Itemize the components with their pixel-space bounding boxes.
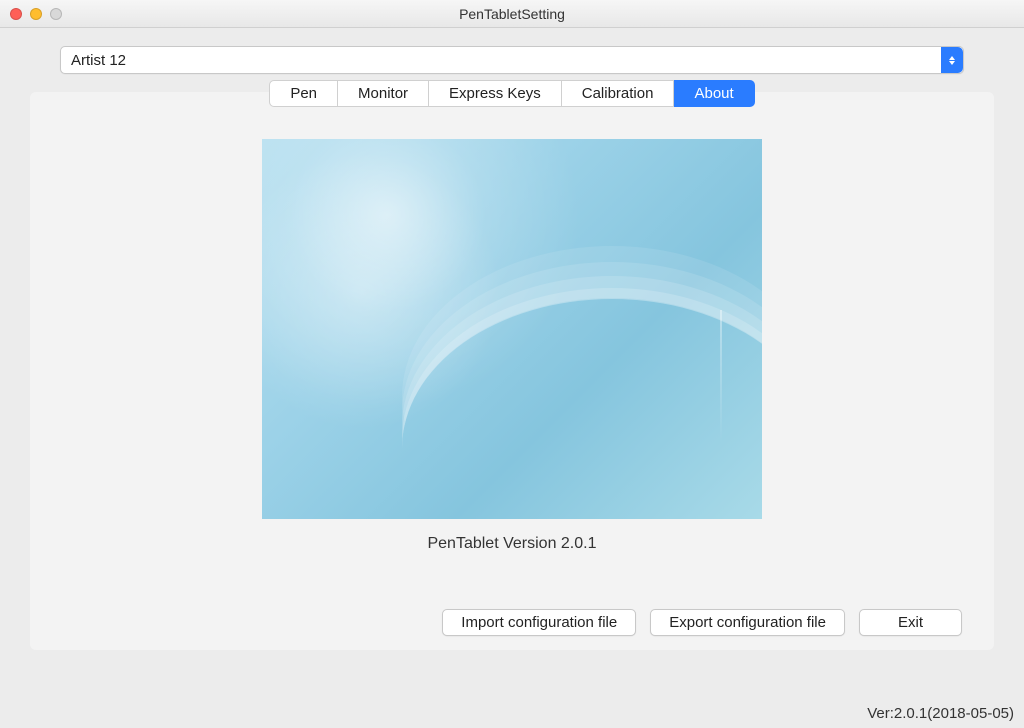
chevron-down-icon — [949, 61, 955, 65]
tab-bar: Pen Monitor Express Keys Calibration Abo… — [30, 80, 994, 107]
dropdown-knob[interactable] — [941, 47, 963, 73]
device-selector-row: Artist 12 — [0, 28, 1024, 74]
import-config-button[interactable]: Import configuration file — [442, 609, 636, 636]
tab-monitor[interactable]: Monitor — [338, 80, 429, 107]
bottom-button-row: Import configuration file Export configu… — [62, 609, 962, 636]
chevron-up-icon — [949, 56, 955, 60]
tab-calibration[interactable]: Calibration — [562, 80, 675, 107]
export-config-button[interactable]: Export configuration file — [650, 609, 845, 636]
titlebar: PenTabletSetting — [0, 0, 1024, 28]
content-panel: Pen Monitor Express Keys Calibration Abo… — [30, 92, 994, 650]
version-label: PenTablet Version 2.0.1 — [30, 535, 994, 553]
device-dropdown[interactable]: Artist 12 — [60, 46, 964, 74]
about-image — [262, 139, 762, 519]
device-dropdown-value: Artist 12 — [61, 52, 941, 69]
footer-version: Ver:2.0.1(2018-05-05) — [867, 705, 1014, 722]
exit-button[interactable]: Exit — [859, 609, 962, 636]
tab-pen[interactable]: Pen — [269, 80, 338, 107]
tab-express-keys[interactable]: Express Keys — [429, 80, 562, 107]
window-title: PenTabletSetting — [0, 6, 1024, 22]
tab-about[interactable]: About — [674, 80, 754, 107]
